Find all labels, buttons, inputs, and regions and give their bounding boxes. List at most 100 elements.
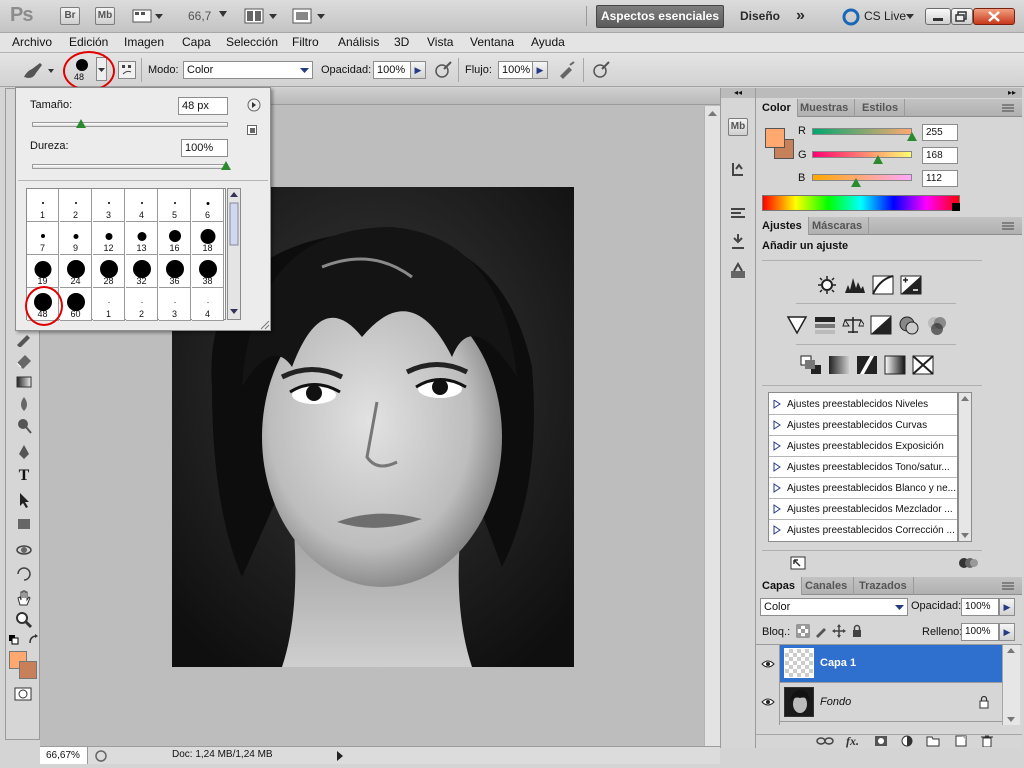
tablet-pressure-size-icon[interactable] [591,61,611,79]
menu-imagen[interactable]: Imagen [124,35,164,49]
zoom-tool-icon[interactable] [15,611,33,629]
gradient-tool-icon[interactable] [15,373,33,391]
green-value[interactable]: 168 [922,147,958,164]
return-to-list-icon[interactable] [790,556,806,570]
layer-visibility-eye-icon[interactable] [761,659,775,669]
color-spectrum-ramp[interactable] [762,195,960,211]
popup-menu-icon[interactable] [247,98,261,112]
layer-name[interactable]: Fondo [820,696,851,708]
levels-icon[interactable] [844,275,866,295]
layer-visibility-eye-icon[interactable] [761,697,775,707]
adjustment-presets-scrollbar[interactable] [958,392,972,542]
menu-ayuda[interactable]: Ayuda [531,35,565,49]
lock-position-icon[interactable] [832,624,846,638]
tab-capas[interactable]: Capas [756,577,803,595]
layers-panel-menu-icon[interactable] [1002,581,1016,591]
collapse-icons-button[interactable]: ◂◂ [721,88,755,98]
menu-3d[interactable]: 3D [394,35,409,49]
add-mask-icon[interactable] [874,735,888,747]
opacity-slider-toggle-icon[interactable]: ▶ [410,61,426,79]
status-zoom-field[interactable]: 66,67% [40,747,88,764]
zoom-level[interactable]: 66,7 [188,9,211,23]
clone-source-panel-icon[interactable] [729,232,747,250]
pen-tool-icon[interactable] [15,443,33,461]
brush-preset-cell[interactable]: 7 [27,222,59,255]
status-menu-arrow-icon[interactable] [335,749,345,763]
brush-preset-cell[interactable]: 38 [192,255,224,288]
arrange-documents-icon[interactable] [244,8,280,24]
threshold-icon[interactable] [856,355,878,375]
tool-presets-panel-icon[interactable] [729,262,747,280]
lock-transparency-icon[interactable] [796,624,810,638]
workspace-design-button[interactable]: Diseño [740,5,780,28]
blue-slider-thumb[interactable] [851,178,861,187]
tab-mascaras[interactable]: Máscaras [806,217,870,235]
brush-preset-cell[interactable]: 4 [192,288,224,321]
selective-color-icon[interactable] [912,355,934,375]
mode-dropdown-icon[interactable] [297,62,312,78]
default-colors-icon[interactable] [9,635,19,645]
menu-edicion[interactable]: Edición [69,35,108,49]
menu-analisis[interactable]: Análisis [338,35,379,49]
brush-preset-cell[interactable]: 2 [126,288,158,321]
tab-muestras[interactable]: Muestras [794,99,856,117]
menu-archivo[interactable]: Archivo [12,35,52,49]
menu-filtro[interactable]: Filtro [292,35,319,49]
green-slider-thumb[interactable] [873,155,883,164]
blue-slider[interactable] [812,174,912,181]
layer-name[interactable]: Capa 1 [820,657,856,669]
brush-panel-toggle-icon[interactable] [118,61,136,79]
list-item[interactable]: Ajustes preestablecidos Corrección ... [769,520,957,541]
brush-preset-cell[interactable]: 36 [159,255,191,288]
fill-input[interactable]: 100% [961,623,999,641]
brush-presets-panel-icon[interactable] [729,204,747,222]
hardness-slider[interactable] [32,164,228,169]
delete-layer-icon[interactable] [980,735,994,747]
layer-row-capa-1[interactable]: Capa 1 [780,645,1002,683]
screen-mode-icon[interactable] [292,8,328,24]
layer-style-fx-icon[interactable]: fx. [846,734,859,749]
list-item[interactable]: Ajustes preestablecidos Niveles [769,394,957,415]
blue-value[interactable]: 112 [922,170,958,187]
list-item[interactable]: Ajustes preestablecidos Curvas [769,415,957,436]
3d-rotate-tool-icon[interactable] [15,541,33,559]
workspace-essentials-button[interactable]: Aspectos esenciales [596,5,724,28]
list-item[interactable]: Ajustes preestablecidos Tono/satur... [769,457,957,478]
vibrance-icon[interactable] [786,315,808,335]
brush-preset-cell[interactable]: 28 [93,255,125,288]
more-workspaces-button[interactable]: » [796,5,805,28]
channel-mixer-icon[interactable] [926,315,948,335]
type-tool-icon[interactable]: T [15,467,33,485]
opacity-input[interactable]: 100% [373,61,411,79]
lock-pixels-icon[interactable] [814,624,828,638]
hardness-input[interactable]: 100% [181,139,228,157]
tab-estilos[interactable]: Estilos [856,99,906,117]
posterize-icon[interactable] [828,355,850,375]
new-adjustment-layer-icon[interactable] [900,735,914,747]
clip-to-layer-icon[interactable] [958,556,978,570]
brightness-contrast-icon[interactable] [816,275,838,295]
brush-preset-cell[interactable]: 2 [60,189,92,222]
menu-ventana[interactable]: Ventana [470,35,514,49]
list-item[interactable]: Ajustes preestablecidos Exposición [769,436,957,457]
color-panel-menu-icon[interactable] [1002,103,1016,113]
airbrush-icon[interactable] [557,61,577,79]
black-white-icon[interactable] [870,315,892,335]
color-balance-icon[interactable] [842,315,864,335]
hue-saturation-icon[interactable] [814,315,836,335]
3d-orbit-tool-icon[interactable] [15,565,33,583]
rectangle-tool-icon[interactable] [15,515,33,533]
brush-preset-cell[interactable]: 19 [27,255,59,288]
new-layer-icon[interactable] [954,735,968,747]
background-color-swatch[interactable] [19,661,37,679]
layers-scrollbar[interactable] [1002,645,1020,725]
brush-preset-cell[interactable]: 60 [60,288,92,321]
tablet-pressure-opacity-icon[interactable] [433,61,453,79]
brush-tool-icon[interactable] [15,329,33,347]
brush-preset-cell[interactable]: 3 [93,189,125,222]
tab-ajustes[interactable]: Ajustes [756,217,809,235]
new-group-icon[interactable] [926,735,940,747]
adjustments-panel-menu-icon[interactable] [1002,221,1016,231]
flow-input[interactable]: 100% [498,61,534,79]
list-item[interactable]: Ajustes preestablecidos Mezclador ... [769,499,957,520]
